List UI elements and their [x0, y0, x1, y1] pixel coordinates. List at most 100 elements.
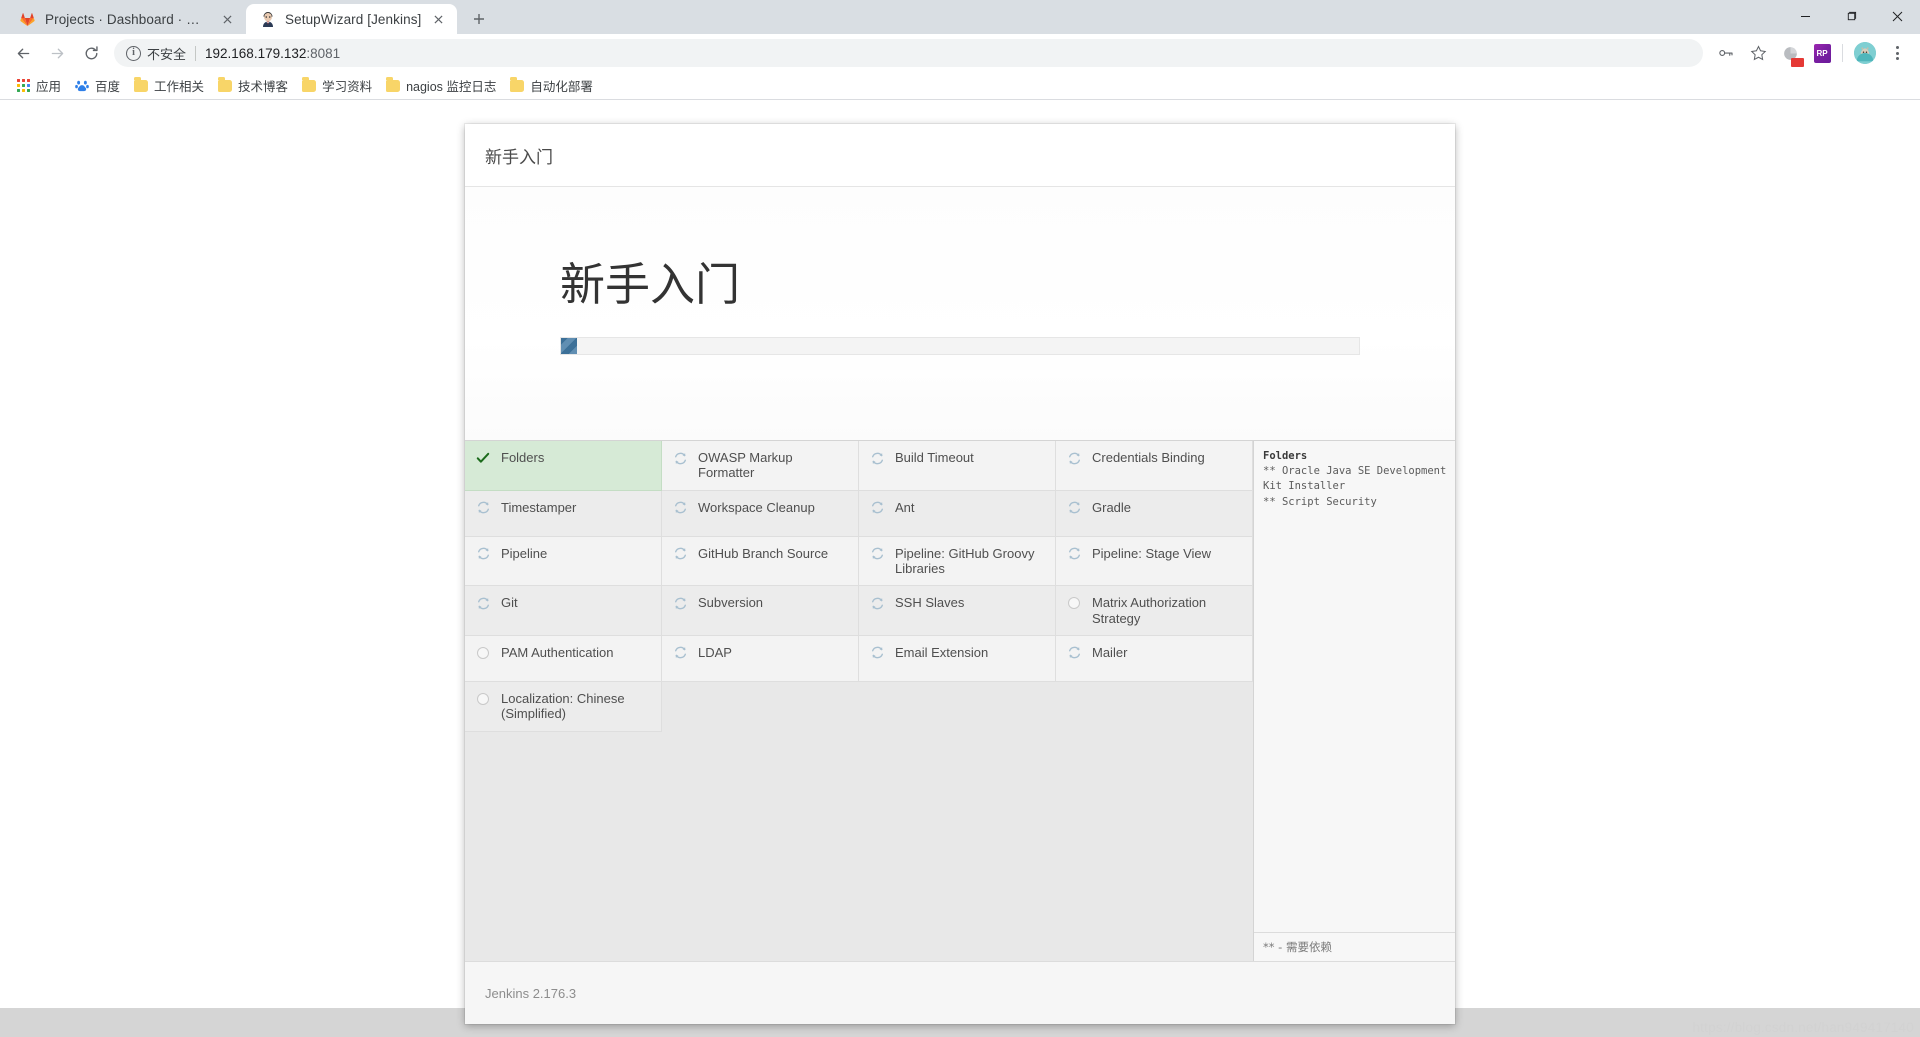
plugin-cell: Pipeline — [465, 536, 662, 587]
folder-icon — [302, 77, 317, 92]
bookmark-label: 自动化部署 — [530, 80, 593, 94]
extension-rp-icon[interactable]: RP — [1807, 38, 1837, 68]
tab-close-icon[interactable] — [429, 10, 447, 28]
window-controls — [1782, 0, 1920, 32]
plugin-name: Gradle — [1092, 499, 1132, 515]
spinner-icon — [869, 450, 885, 466]
toolbar-divider — [1842, 44, 1843, 62]
plugin-cell: OWASP Markup Formatter — [662, 441, 859, 491]
plugin-name: Pipeline — [501, 545, 548, 561]
plugin-cell: Localization: Chinese (Simplified) — [465, 681, 662, 732]
plugin-cell: PAM Authentication — [465, 635, 662, 682]
omnibox-divider — [195, 45, 197, 61]
watermark-text: https://blog.csdn.net/han949417140 — [1692, 1020, 1914, 1035]
plugin-name: Timestamper — [501, 499, 577, 515]
maximize-button[interactable] — [1828, 0, 1874, 32]
dialog-body: Folders OWASP Markup Formatter Build Timeo… — [465, 440, 1455, 961]
pending-circle-icon — [475, 691, 491, 707]
extension-badge — [1791, 58, 1804, 67]
url-host: 192.168.179.132 — [205, 45, 307, 61]
check-icon — [475, 450, 491, 466]
site-info-icon[interactable]: i — [126, 45, 141, 61]
bookmark-apps[interactable]: 应用 — [10, 73, 68, 98]
install-progress-fill — [561, 337, 577, 354]
plugin-name: Pipeline: GitHub Groovy Libraries — [895, 545, 1035, 576]
spinner-icon — [672, 595, 688, 611]
plugin-cell: Folders — [465, 441, 662, 491]
jenkins-icon — [259, 11, 276, 28]
chrome-menu-icon[interactable] — [1882, 38, 1912, 68]
plugin-cell: GitHub Branch Source — [662, 536, 859, 587]
plugin-grid: Folders OWASP Markup Formatter Build Timeo… — [465, 441, 1253, 732]
close-button[interactable] — [1874, 0, 1920, 32]
dialog-footer: Jenkins 2.176.3 — [465, 961, 1455, 1024]
spinner-icon — [672, 546, 688, 562]
install-log-content: Folders ** Oracle Java SE Development Ki… — [1254, 441, 1455, 933]
url-port: :8081 — [306, 45, 341, 61]
dialog-title: 新手入门 — [485, 147, 553, 168]
plugin-name: Ant — [895, 499, 915, 515]
jenkins-version-label: Jenkins 2.176.3 — [485, 985, 577, 1001]
plugin-cell: Mailer — [1056, 635, 1253, 682]
bookmark-folder-study[interactable]: 学习资料 — [295, 73, 379, 98]
plugin-cell: Build Timeout — [859, 441, 1056, 491]
spinner-icon — [1066, 645, 1082, 661]
spinner-icon — [475, 595, 491, 611]
hero-title: 新手入门 — [560, 258, 741, 311]
apps-grid-icon — [17, 79, 30, 92]
security-label: 不安全 — [147, 46, 187, 62]
spinner-icon — [869, 546, 885, 562]
spinner-icon — [1066, 450, 1082, 466]
bookmark-baidu[interactable]: 百度 — [68, 73, 127, 98]
bookmark-folder-nagios[interactable]: nagios 监控日志 — [379, 73, 503, 98]
plugin-cell: Gradle — [1056, 490, 1253, 537]
avatar — [1854, 42, 1876, 64]
plugin-cell-empty — [1056, 681, 1253, 732]
reload-button[interactable] — [76, 38, 106, 68]
bookmark-folder-work[interactable]: 工作相关 — [127, 73, 211, 98]
plugin-cell-empty — [662, 681, 859, 732]
folder-icon — [134, 77, 149, 92]
spinner-icon — [475, 500, 491, 516]
bookmark-label: 应用 — [36, 80, 62, 94]
tab-gitlab[interactable]: Projects · Dashboard · GitLab — [6, 4, 246, 34]
plugin-name: Folders — [501, 450, 545, 465]
address-bar[interactable]: i 不安全 192.168.179.132:8081 — [114, 39, 1703, 67]
install-progress-bar — [560, 336, 1360, 355]
plugin-name: SSH Slaves — [895, 595, 965, 611]
profile-avatar-icon[interactable] — [1850, 38, 1880, 68]
log-line: ** Oracle Java SE Development Kit Instal… — [1263, 465, 1447, 493]
plugin-name: Subversion — [698, 595, 764, 611]
minimize-button[interactable] — [1782, 0, 1828, 32]
bookmark-label: 技术博客 — [238, 80, 289, 94]
bookmark-folder-deploy[interactable]: 自动化部署 — [503, 73, 600, 98]
spinner-icon — [869, 645, 885, 661]
plugin-cell: Subversion — [662, 586, 859, 636]
forward-button[interactable] — [42, 38, 72, 68]
pending-circle-icon — [1066, 595, 1082, 611]
pending-circle-icon — [475, 645, 491, 661]
back-button[interactable] — [8, 38, 38, 68]
plugin-name: Pipeline: Stage View — [1092, 545, 1212, 561]
tab-jenkins[interactable]: SetupWizard [Jenkins] — [246, 4, 458, 34]
bookmarks-bar: 应用 百度 工作相关 技术博客 学习资料 nagios 监控日志 自动化部署 — [0, 72, 1920, 100]
tab-title: SetupWizard [Jenkins] — [285, 11, 422, 27]
spinner-icon — [672, 645, 688, 661]
bookmark-label: 百度 — [95, 80, 121, 94]
key-password-icon[interactable] — [1711, 38, 1741, 68]
bookmark-star-icon[interactable] — [1743, 38, 1773, 68]
bookmark-label: nagios 监控日志 — [406, 80, 497, 94]
tab-close-icon[interactable] — [218, 10, 236, 28]
tab-strip: Projects · Dashboard · GitLab SetupWizar — [0, 0, 1920, 34]
plugin-cell: Email Extension — [859, 635, 1056, 682]
plugin-cell: Pipeline: Stage View — [1056, 536, 1253, 587]
kebab-dots — [1895, 46, 1899, 60]
plugin-name: Email Extension — [895, 644, 989, 660]
bookmark-folder-techblog[interactable]: 技术博客 — [211, 73, 295, 98]
extension-badge-icon[interactable] — [1775, 38, 1805, 68]
new-tab-button[interactable] — [465, 5, 493, 33]
log-line: ** Script Security — [1263, 495, 1377, 508]
plugin-cell: Pipeline: GitHub Groovy Libraries — [859, 536, 1056, 587]
plugin-name: OWASP Markup Formatter — [698, 450, 793, 481]
log-legend: ** - 需要依赖 — [1254, 933, 1455, 961]
